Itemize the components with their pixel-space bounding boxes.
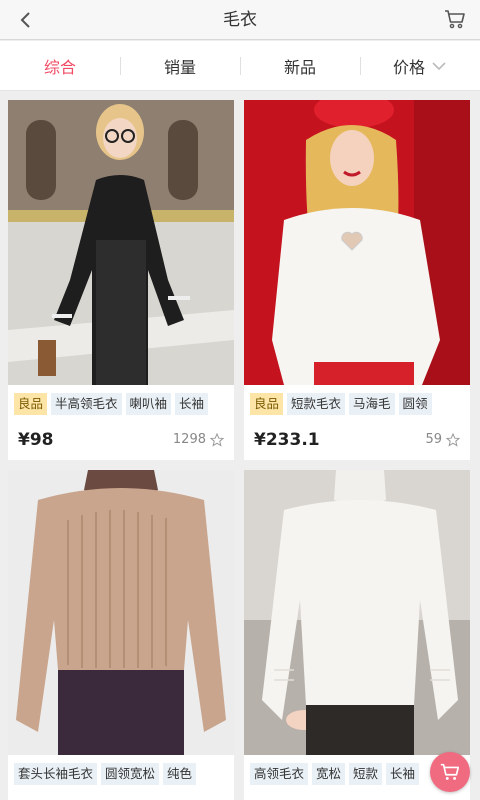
tag: 良品 [250, 393, 284, 415]
favorite-button[interactable]: 59 [425, 432, 460, 447]
sort-tab-new[interactable]: 新品 [240, 41, 360, 90]
sort-tab-sales[interactable]: 销量 [120, 41, 240, 90]
sort-tab-label: 价格 [392, 57, 425, 77]
sort-tab-label: 销量 [163, 57, 196, 77]
sort-tab-comprehensive[interactable]: 综合 [0, 41, 120, 90]
product-tags: 套头长袖毛衣 圆领宽松 纯色 [14, 763, 232, 787]
like-count: 1298 [172, 432, 206, 447]
product-grid: 良品 半高领毛衣 喇叭袖 长袖 ¥98 1298 良品 短款毛衣 马海毛 圆领 … [0, 92, 480, 800]
tag: 短款 [349, 763, 383, 785]
sort-tab-label: 综合 [43, 57, 76, 77]
page-title: 毛衣 [223, 10, 257, 30]
top-bar: 毛衣 [0, 0, 480, 40]
tag: 圆领宽松 [101, 763, 160, 785]
product-tags: 良品 半高领毛衣 喇叭袖 长袖 [14, 393, 232, 417]
product-card[interactable]: 高领毛衣 宽松 短款 长袖 [244, 470, 470, 800]
product-price: ¥233.1 [254, 430, 320, 450]
product-card[interactable]: 套头长袖毛衣 圆领宽松 纯色 [8, 470, 234, 800]
star-icon [210, 432, 224, 447]
tag: 圆领 [398, 393, 432, 415]
cart-icon [440, 763, 460, 780]
like-count: 59 [425, 432, 442, 447]
tag: 长袖 [386, 763, 420, 785]
tag: 套头长袖毛衣 [14, 763, 98, 785]
tag: 宽松 [312, 763, 346, 785]
floating-cart-button[interactable] [430, 752, 470, 792]
cart-button[interactable] [442, 6, 468, 32]
favorite-button[interactable]: 1298 [173, 432, 224, 447]
tag: 短款毛衣 [287, 393, 346, 415]
star-icon [446, 432, 460, 447]
product-image[interactable] [8, 470, 234, 755]
tag: 纯色 [163, 763, 197, 785]
product-price: ¥98 [18, 430, 54, 450]
tag: 喇叭袖 [125, 393, 172, 415]
product-tags: 良品 短款毛衣 马海毛 圆领 [250, 393, 468, 417]
product-image[interactable] [8, 100, 234, 385]
product-image[interactable] [244, 470, 470, 755]
tag: 马海毛 [349, 393, 395, 415]
product-card[interactable]: 良品 短款毛衣 马海毛 圆领 ¥233.1 59 [244, 100, 470, 460]
sort-tab-price[interactable]: 价格 [360, 41, 480, 90]
tag: 长袖 [175, 393, 209, 415]
tag: 半高领毛衣 [51, 393, 122, 415]
chevron-down-icon [431, 61, 447, 71]
product-card[interactable]: 良品 半高领毛衣 喇叭袖 长袖 ¥98 1298 [8, 100, 234, 460]
tag: 良品 [14, 393, 48, 415]
cart-icon [445, 10, 465, 29]
tag: 高领毛衣 [250, 763, 309, 785]
sort-tab-label: 新品 [283, 57, 316, 77]
product-image[interactable] [244, 100, 470, 385]
sort-bar: 综合 销量 新品 价格 [0, 41, 480, 91]
